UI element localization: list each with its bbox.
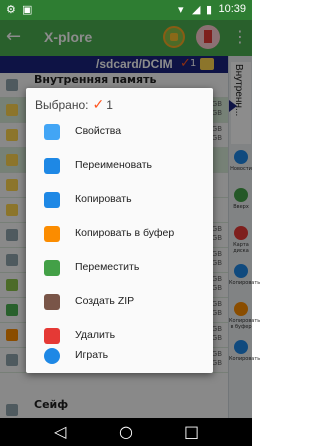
nav-home-icon[interactable]: ○	[119, 423, 133, 441]
menu-item-rename[interactable]: Переименовать	[26, 149, 213, 183]
menu-item-label: Свойства	[75, 125, 122, 137]
menu-item-label: Копировать	[75, 193, 132, 205]
menu-item-move[interactable]: Переместить	[26, 251, 213, 285]
menu-item-label: Копировать в буфер	[75, 227, 175, 239]
clipboard-icon	[44, 226, 60, 242]
zip-icon	[44, 294, 60, 310]
checkmark-icon: ✓	[92, 96, 105, 112]
rename-icon	[44, 158, 60, 174]
play-icon	[44, 348, 60, 364]
menu-item-label: Играть	[75, 349, 109, 361]
menu-item-properties[interactable]: Свойства	[26, 115, 213, 149]
image-icon: ▣	[22, 3, 33, 16]
menu-item-create-zip[interactable]: Создать ZIP	[26, 285, 213, 319]
properties-icon	[44, 124, 60, 140]
context-menu: Выбрано: ✓ 1 Свойства Переименовать Копиро…	[26, 88, 213, 373]
menu-item-label: Переместить	[75, 261, 140, 273]
clock: 10:39	[218, 3, 246, 15]
wifi-icon: ▾	[178, 3, 184, 16]
menu-header: Выбрано: ✓ 1	[35, 96, 113, 113]
nav-recents-icon[interactable]: □	[184, 423, 199, 441]
status-bar: ⚙ ▣ ▾ ◢ ▮ 10:39	[0, 0, 252, 20]
menu-item-label: Переименовать	[75, 159, 152, 171]
signal-icon: ◢	[192, 3, 201, 16]
menu-item-copy-to-clipboard[interactable]: Копировать в буфер	[26, 217, 213, 251]
nav-back-icon[interactable]: ◁	[54, 423, 66, 441]
menu-item-label: Создать ZIP	[75, 295, 135, 307]
menu-item-play[interactable]: Играть	[26, 339, 213, 373]
navigation-bar: ◁ ○ □	[0, 418, 252, 446]
battery-icon: ▮	[206, 3, 213, 16]
menu-item-copy[interactable]: Копировать	[26, 183, 213, 217]
selected-label: Выбрано:	[35, 98, 89, 112]
move-icon	[44, 260, 60, 276]
settings-icon: ⚙	[6, 3, 16, 16]
copy-icon	[44, 192, 60, 208]
selected-count: 1	[106, 98, 113, 112]
